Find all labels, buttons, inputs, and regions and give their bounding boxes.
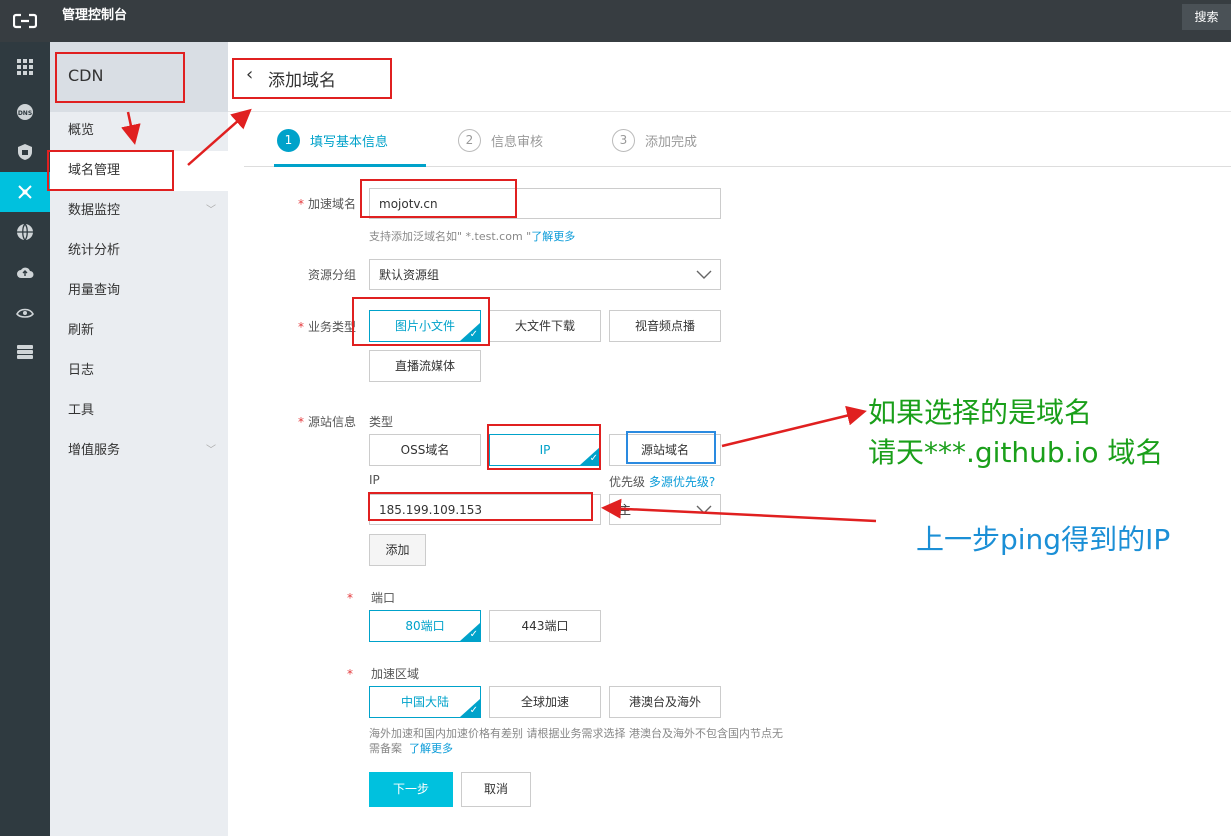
annotation-ip-note: 上一步ping得到的IP	[916, 523, 1171, 556]
check-icon: ✓	[469, 705, 478, 716]
annotation-domain-note: 如果选择的是域名 请天***.github.io 域名	[868, 396, 1164, 469]
check-icon: ✓	[469, 629, 478, 640]
check-icon: ✓	[589, 453, 598, 464]
check-icon: ✓	[469, 329, 478, 340]
